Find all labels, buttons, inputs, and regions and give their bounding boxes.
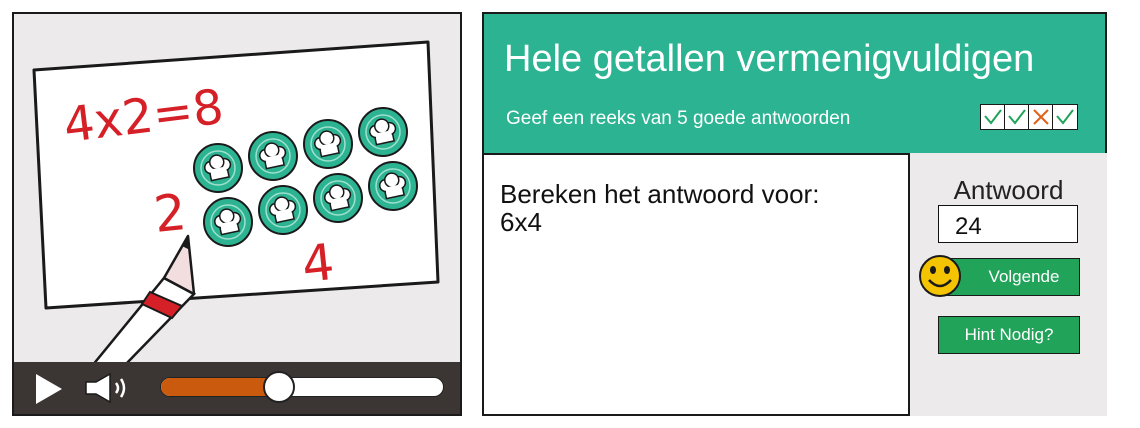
answer-input[interactable] [938, 205, 1078, 243]
question: Bereken het antwoord voor: 6x4 [500, 180, 900, 236]
chef-chip-icon [358, 107, 408, 157]
whiteboard-left-number: 2 [151, 183, 189, 244]
progress-knob[interactable] [263, 371, 296, 403]
video-player[interactable]: 4x2=8 2 4 [12, 12, 462, 416]
smiley-icon [919, 255, 961, 297]
chef-chip-icon [303, 119, 353, 169]
chef-chip-icon [313, 173, 363, 223]
hint-button[interactable]: Hint Nodig? [938, 316, 1080, 354]
check-icon [1005, 105, 1029, 129]
answer-panel: Antwoord Volgende Hint Nodig? [908, 153, 1107, 416]
chef-chip-icon [193, 143, 243, 193]
exercise-header: Hele getallen vermenigvuldigen Geef een … [484, 14, 1105, 155]
whiteboard-bottom-number: 4 [299, 233, 337, 294]
speaker-icon[interactable] [84, 372, 138, 404]
question-prompt: Bereken het antwoord voor: [500, 179, 820, 209]
chef-chip-icon [368, 161, 418, 211]
video-frame: 4x2=8 2 4 [32, 40, 440, 366]
play-icon[interactable] [36, 374, 62, 404]
exercise-title: Hele getallen vermenigvuldigen [504, 38, 1035, 80]
progress-bar[interactable] [160, 377, 444, 397]
streak-indicator [980, 104, 1078, 130]
exercise-subtitle: Geef een reeks van 5 goede antwoorden [506, 108, 851, 129]
question-expression: 6x4 [500, 207, 542, 237]
check-icon [981, 105, 1005, 129]
exercise-panel: Hele getallen vermenigvuldigen Geef een … [482, 12, 1107, 416]
cross-icon [1029, 105, 1053, 129]
check-icon [1053, 105, 1077, 129]
video-controls [14, 362, 460, 414]
chef-chip-icon [248, 131, 298, 181]
answer-label: Antwoord [953, 175, 1064, 205]
chef-chip-icon [258, 185, 308, 235]
progress-fill [161, 378, 280, 396]
chef-chip-icon [203, 197, 253, 247]
